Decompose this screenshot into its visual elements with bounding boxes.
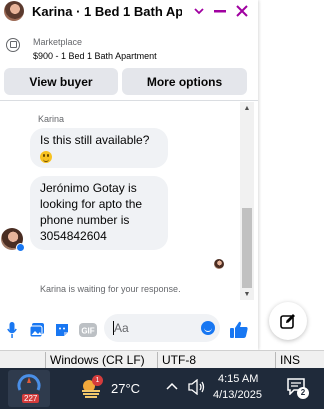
taskbar-app-button[interactable]: 227 (8, 370, 50, 407)
weather-widget[interactable]: 1 (80, 375, 103, 399)
sender-name: Karina (38, 114, 65, 124)
line-ending-status[interactable]: Windows (CR LF) (45, 352, 157, 368)
microphone-icon[interactable] (3, 321, 21, 339)
gif-icon[interactable]: GIF (79, 321, 97, 339)
scrollbar-thumb[interactable] (242, 208, 252, 288)
volume-icon[interactable] (188, 378, 206, 398)
messenger-badge-icon (16, 243, 25, 252)
svg-text:GIF: GIF (81, 327, 94, 336)
clock-time[interactable]: 4:15 AM (218, 373, 258, 385)
emoji-icon[interactable] (201, 321, 215, 335)
app-icon (17, 374, 41, 391)
message-text: Jerónimo Gotay is looking for apto the p… (40, 181, 143, 243)
new-message-button[interactable] (269, 302, 307, 340)
listing-detail: $900 - 1 Bed 1 Bath Apartment (33, 51, 157, 61)
minimize-icon[interactable] (211, 2, 229, 20)
notification-count-badge: 2 (297, 387, 309, 399)
windows-taskbar: 227 1 27°C 4:15 AM 4/13/2025 2 (0, 368, 324, 409)
message-text: Is this still available? (40, 133, 150, 147)
divider (0, 100, 258, 101)
marketplace-icon (6, 38, 20, 52)
notification-center[interactable]: 2 (286, 377, 309, 399)
message-input[interactable] (114, 320, 194, 336)
marketplace-listing[interactable]: Marketplace $900 - 1 Bed 1 Bath Apartmen… (0, 28, 258, 68)
encoding-status[interactable]: UTF-8 (157, 352, 275, 368)
waiting-status: Karina is waiting for your response. (40, 284, 181, 294)
marketplace-label: Marketplace (33, 37, 83, 47)
weather-alert-badge: 1 (92, 375, 103, 386)
thumbs-up-icon[interactable] (230, 320, 248, 338)
close-icon[interactable] (233, 2, 251, 20)
message-bubble[interactable]: Is this still available? (30, 128, 168, 168)
sticker-icon[interactable] (53, 321, 71, 339)
view-buyer-button[interactable]: View buyer (4, 68, 118, 95)
chat-header[interactable]: Karina · 1 Bed 1 Bath Apart... (0, 0, 258, 22)
insert-mode-status[interactable]: INS (275, 352, 324, 368)
scrollbar[interactable]: ▲ ▼ (240, 102, 254, 300)
show-hidden-icons-icon[interactable] (166, 378, 178, 393)
contact-avatar[interactable] (4, 1, 24, 21)
compose-icon (280, 314, 295, 329)
message-input-wrapper[interactable] (104, 314, 220, 342)
more-options-button[interactable]: More options (122, 68, 247, 95)
seen-receipt-avatar (214, 259, 224, 269)
clock-date[interactable]: 4/13/2025 (213, 389, 262, 401)
message-bubble[interactable]: Jerónimo Gotay is looking for apto the p… (30, 176, 168, 250)
app-badge: 227 (22, 394, 40, 403)
messenger-chat-window: Karina · 1 Bed 1 Bath Apart... Marketpla… (0, 0, 258, 350)
smiley-emoji-icon (40, 150, 52, 163)
chat-title[interactable]: Karina · 1 Bed 1 Bath Apart... (32, 4, 182, 19)
photo-icon[interactable] (28, 321, 46, 339)
temperature[interactable]: 27°C (111, 381, 140, 396)
sender-avatar (1, 228, 25, 252)
scroll-up-icon[interactable]: ▲ (240, 102, 254, 114)
scroll-down-icon[interactable]: ▼ (240, 288, 254, 300)
chevron-down-icon[interactable] (190, 2, 208, 20)
editor-status-bar: Windows (CR LF) UTF-8 INS (0, 350, 324, 368)
